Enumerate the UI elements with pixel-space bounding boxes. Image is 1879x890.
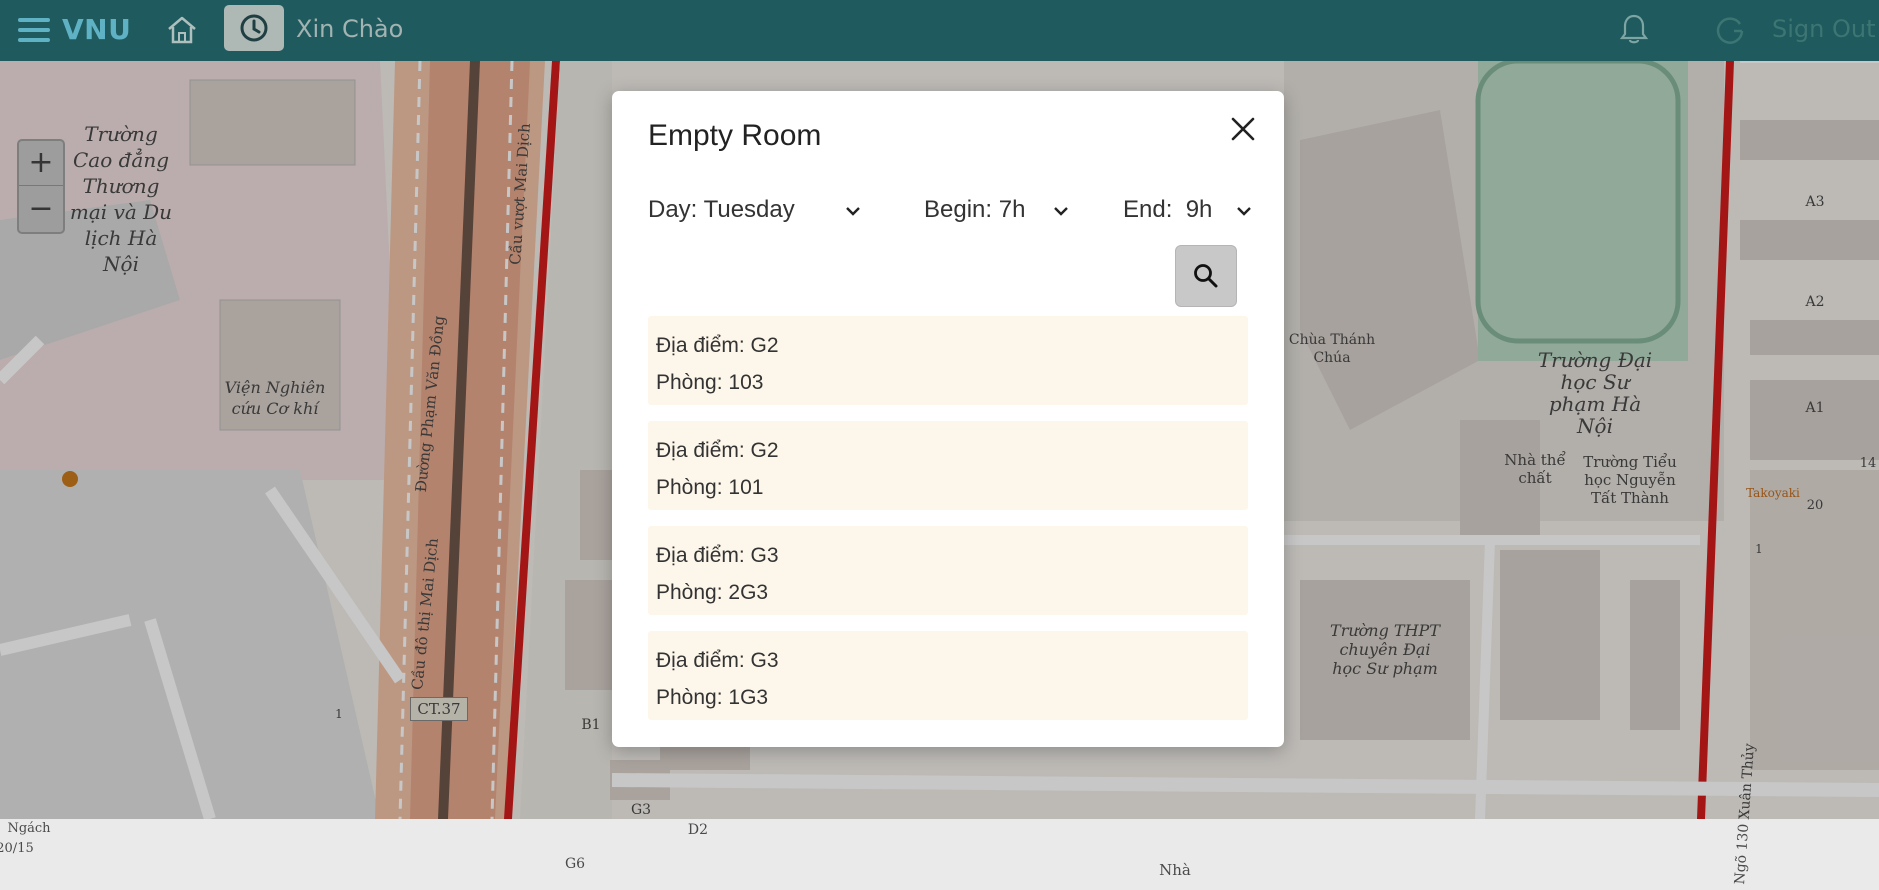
greeting-text: Xin Chào: [296, 15, 404, 43]
map-label-ngach: Ngách: [7, 821, 51, 836]
room-card[interactable]: Địa điểm: G3 Phòng: 2G3: [648, 526, 1248, 615]
menu-icon[interactable]: [18, 18, 50, 42]
room-location: Địa điểm: G3: [656, 649, 779, 672]
room-card[interactable]: Địa điểm: G2 Phòng: 101: [648, 421, 1248, 510]
end-select-value: End: 9h: [1123, 196, 1213, 223]
map-label-g6: G6: [564, 856, 586, 872]
room-number: Phòng: 2G3: [656, 581, 769, 604]
room-number: Phòng: 101: [656, 476, 764, 499]
top-navbar: VNU Xin Chào Sign Out: [0, 0, 1879, 61]
room-location: Địa điểm: G2: [656, 334, 779, 357]
home-icon[interactable]: [165, 14, 199, 46]
search-button[interactable]: [1175, 245, 1237, 307]
sign-out-link[interactable]: Sign Out: [1772, 15, 1876, 43]
map-label-nha: Nhà: [1159, 861, 1191, 879]
chevron-down-icon: [846, 207, 860, 216]
empty-room-modal: Empty Room Day: Tuesday Begin: 7h End: 9…: [612, 91, 1284, 747]
history-button[interactable]: [224, 5, 284, 51]
day-select[interactable]: Day: Tuesday: [648, 196, 868, 232]
room-list: Địa điểm: G2 Phòng: 103 Địa điểm: G2 Phò…: [648, 316, 1248, 736]
chevron-down-icon: [1237, 207, 1251, 216]
spinner-icon: [1716, 17, 1744, 44]
room-number: Phòng: 103: [656, 371, 764, 394]
end-select[interactable]: End: 9h: [1123, 196, 1253, 232]
room-number: Phòng: 1G3: [656, 686, 769, 709]
map-label-d2: D2: [687, 822, 709, 838]
search-icon: [1194, 264, 1218, 288]
brand-logo[interactable]: VNU: [62, 13, 131, 46]
room-location: Địa điểm: G2: [656, 439, 779, 462]
room-card[interactable]: Địa điểm: G2 Phòng: 103: [648, 316, 1248, 405]
begin-select[interactable]: Begin: 7h: [924, 196, 1068, 232]
room-location: Địa điểm: G3: [656, 544, 779, 567]
map-label-ngach-number: 20/15: [0, 841, 34, 856]
modal-title: Empty Room: [648, 119, 822, 152]
bell-icon[interactable]: [1618, 12, 1650, 46]
chevron-down-icon: [1054, 207, 1068, 216]
close-icon[interactable]: [1229, 115, 1257, 143]
room-card[interactable]: Địa điểm: G3 Phòng: 1G3: [648, 631, 1248, 720]
clock-icon: [240, 14, 268, 42]
begin-select-value: Begin: 7h: [924, 196, 1026, 223]
day-select-value: Day: Tuesday: [648, 196, 795, 223]
